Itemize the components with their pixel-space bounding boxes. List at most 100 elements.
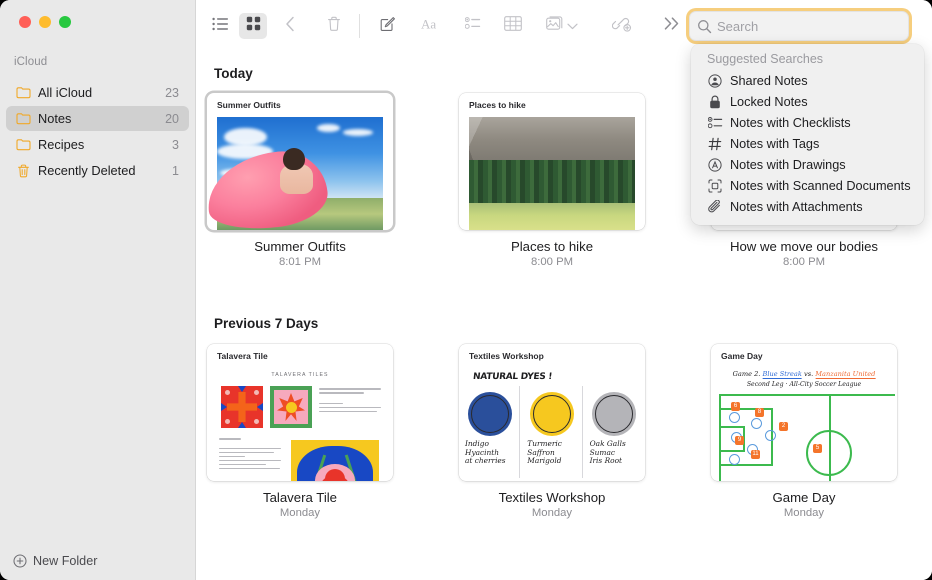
link-add-icon [612, 16, 632, 37]
note-title: Textiles Workshop [459, 490, 645, 505]
dye-swatch-label: Oak GallsSumacIris Root [590, 440, 641, 466]
suggested-search-notes-with-checklists[interactable]: Notes with Checklists [691, 112, 924, 133]
suggested-search-shared-notes[interactable]: Shared Notes [691, 70, 924, 91]
compose-button[interactable] [374, 13, 402, 39]
list-view-button[interactable] [206, 13, 234, 39]
note-thumb-art [207, 117, 393, 230]
talavera-heading: TALAVERA TILES [271, 372, 328, 378]
gameday-vs: vs. [804, 370, 813, 378]
back-button[interactable] [276, 13, 304, 39]
close-button[interactable] [19, 16, 31, 28]
sidebar-item-label: Recipes [38, 137, 172, 152]
format-button[interactable]: Aa [418, 13, 446, 39]
suggested-search-notes-with-scanned-documents[interactable]: Notes with Scanned Documents [691, 175, 924, 196]
drawing-marker-icon [707, 157, 723, 173]
note-thumbnail[interactable]: Game Day Game 2. Blue Streak vs. Manzani… [711, 344, 897, 481]
trash-icon [15, 163, 31, 179]
folder-icon [15, 111, 31, 127]
share-link-button[interactable] [608, 13, 636, 39]
suggested-searches-title: Suggested Searches [691, 51, 924, 70]
toolbar-divider [359, 14, 360, 38]
zoom-button[interactable] [59, 16, 71, 28]
note-thumbnail[interactable]: Textiles Workshop NATURAL DYES ! IndigoH… [459, 344, 645, 481]
trash-icon [327, 16, 341, 37]
dye-swatch-label: TurmericSaffronMarigold [527, 440, 578, 466]
suggested-search-label: Locked Notes [730, 95, 808, 109]
note-date: Monday [207, 507, 393, 519]
suggested-search-notes-with-drawings[interactable]: Notes with Drawings [691, 154, 924, 175]
note-thumbnail[interactable]: Talavera Tile TALAVERA TILES [207, 344, 393, 481]
dye-swatch-indigo: IndigoHyacinthat cherries [459, 390, 520, 476]
soccer-pitch-diagram: 6 8 2 9 11 5 [719, 394, 895, 481]
note-thumb-art: TALAVERA TILES [207, 368, 393, 481]
notes-window: iCloud All iCloud 23 Notes 20 [0, 0, 932, 580]
note-card-talavera-tile[interactable]: Talavera Tile TALAVERA TILES [207, 344, 393, 519]
note-card-summer-outfits[interactable]: Summer Outfits Su [207, 93, 393, 268]
note-thumb-art: Game 2. Blue Streak vs. Manzanita United… [711, 368, 897, 481]
minimize-button[interactable] [39, 16, 51, 28]
hash-tag-icon [707, 136, 723, 152]
sidebar-item-recently-deleted[interactable]: Recently Deleted 1 [6, 158, 189, 183]
lock-icon [707, 94, 723, 110]
note-date: Monday [459, 507, 645, 519]
media-dropdown-button[interactable] [564, 13, 580, 39]
delete-button[interactable] [320, 13, 348, 39]
search-container [689, 11, 909, 41]
chevron-double-right-icon [664, 17, 681, 35]
note-thumb-title: Textiles Workshop [469, 351, 544, 361]
gallery-view-button[interactable] [239, 13, 267, 39]
folder-icon [15, 137, 31, 153]
note-thumb-art [459, 117, 645, 230]
note-title: Talavera Tile [207, 490, 393, 505]
sidebar-item-count: 20 [165, 112, 179, 126]
sidebar-item-notes[interactable]: Notes 20 [6, 106, 189, 131]
section-header-today: Today [214, 66, 253, 81]
gameday-team-b: Manzanita United [815, 370, 875, 379]
player-number: 11 [751, 450, 760, 459]
gallery-view-icon [246, 16, 261, 36]
note-thumb-title: Summer Outfits [217, 100, 281, 110]
sidebar-item-all-icloud[interactable]: All iCloud 23 [6, 80, 189, 105]
talavera-large-tile [291, 440, 379, 481]
sidebar-section-label: iCloud [14, 56, 47, 68]
suggested-search-label: Notes with Checklists [730, 116, 851, 130]
suggested-search-locked-notes[interactable]: Locked Notes [691, 91, 924, 112]
search-field[interactable] [689, 11, 909, 41]
checklist-button[interactable] [459, 13, 487, 39]
suggested-search-label: Shared Notes [730, 74, 808, 88]
note-card-game-day[interactable]: Game Day Game 2. Blue Streak vs. Manzani… [711, 344, 897, 519]
chevron-left-icon [285, 16, 295, 37]
checklist-icon [465, 17, 481, 35]
sidebar: iCloud All iCloud 23 Notes 20 [0, 0, 196, 580]
scan-document-icon [707, 178, 723, 194]
new-folder-button[interactable]: New Folder [0, 542, 196, 580]
traffic-lights [19, 16, 71, 28]
suggested-searches-panel: Suggested Searches Shared Notes Locked N… [691, 44, 924, 225]
note-thumbnail[interactable]: Summer Outfits [207, 93, 393, 230]
more-toolbar-button[interactable] [658, 13, 686, 39]
search-input[interactable] [717, 19, 897, 34]
note-card-places-to-hike[interactable]: Places to hike Places to hike 8:00 PM [459, 93, 645, 268]
note-title: Summer Outfits [207, 239, 393, 254]
suggested-search-notes-with-attachments[interactable]: Notes with Attachments [691, 196, 924, 217]
note-card-textiles-workshop[interactable]: Textiles Workshop NATURAL DYES ! IndigoH… [459, 344, 645, 519]
suggested-search-notes-with-tags[interactable]: Notes with Tags [691, 133, 924, 154]
table-button[interactable] [499, 13, 527, 39]
tile-swatch-b [270, 386, 312, 428]
note-thumb-title: Places to hike [469, 100, 526, 110]
talavera-text-block-2 [219, 438, 281, 472]
dye-swatch-turmeric: TurmericSaffronMarigold [521, 390, 582, 476]
sidebar-item-recipes[interactable]: Recipes 3 [6, 132, 189, 157]
note-thumbnail[interactable]: Places to hike [459, 93, 645, 230]
player-number: 6 [731, 402, 740, 411]
note-title: Game Day [711, 490, 897, 505]
gameday-team-a: Blue Streak [763, 370, 802, 379]
note-date: 8:00 PM [459, 256, 645, 268]
tile-swatch-a [221, 386, 263, 428]
list-view-icon [212, 17, 229, 36]
note-date: 8:00 PM [711, 256, 897, 268]
sidebar-item-count: 1 [172, 164, 179, 178]
suggested-search-label: Notes with Drawings [730, 158, 846, 172]
note-thumb-title: Game Day [721, 351, 763, 361]
checklist-icon [707, 115, 723, 131]
